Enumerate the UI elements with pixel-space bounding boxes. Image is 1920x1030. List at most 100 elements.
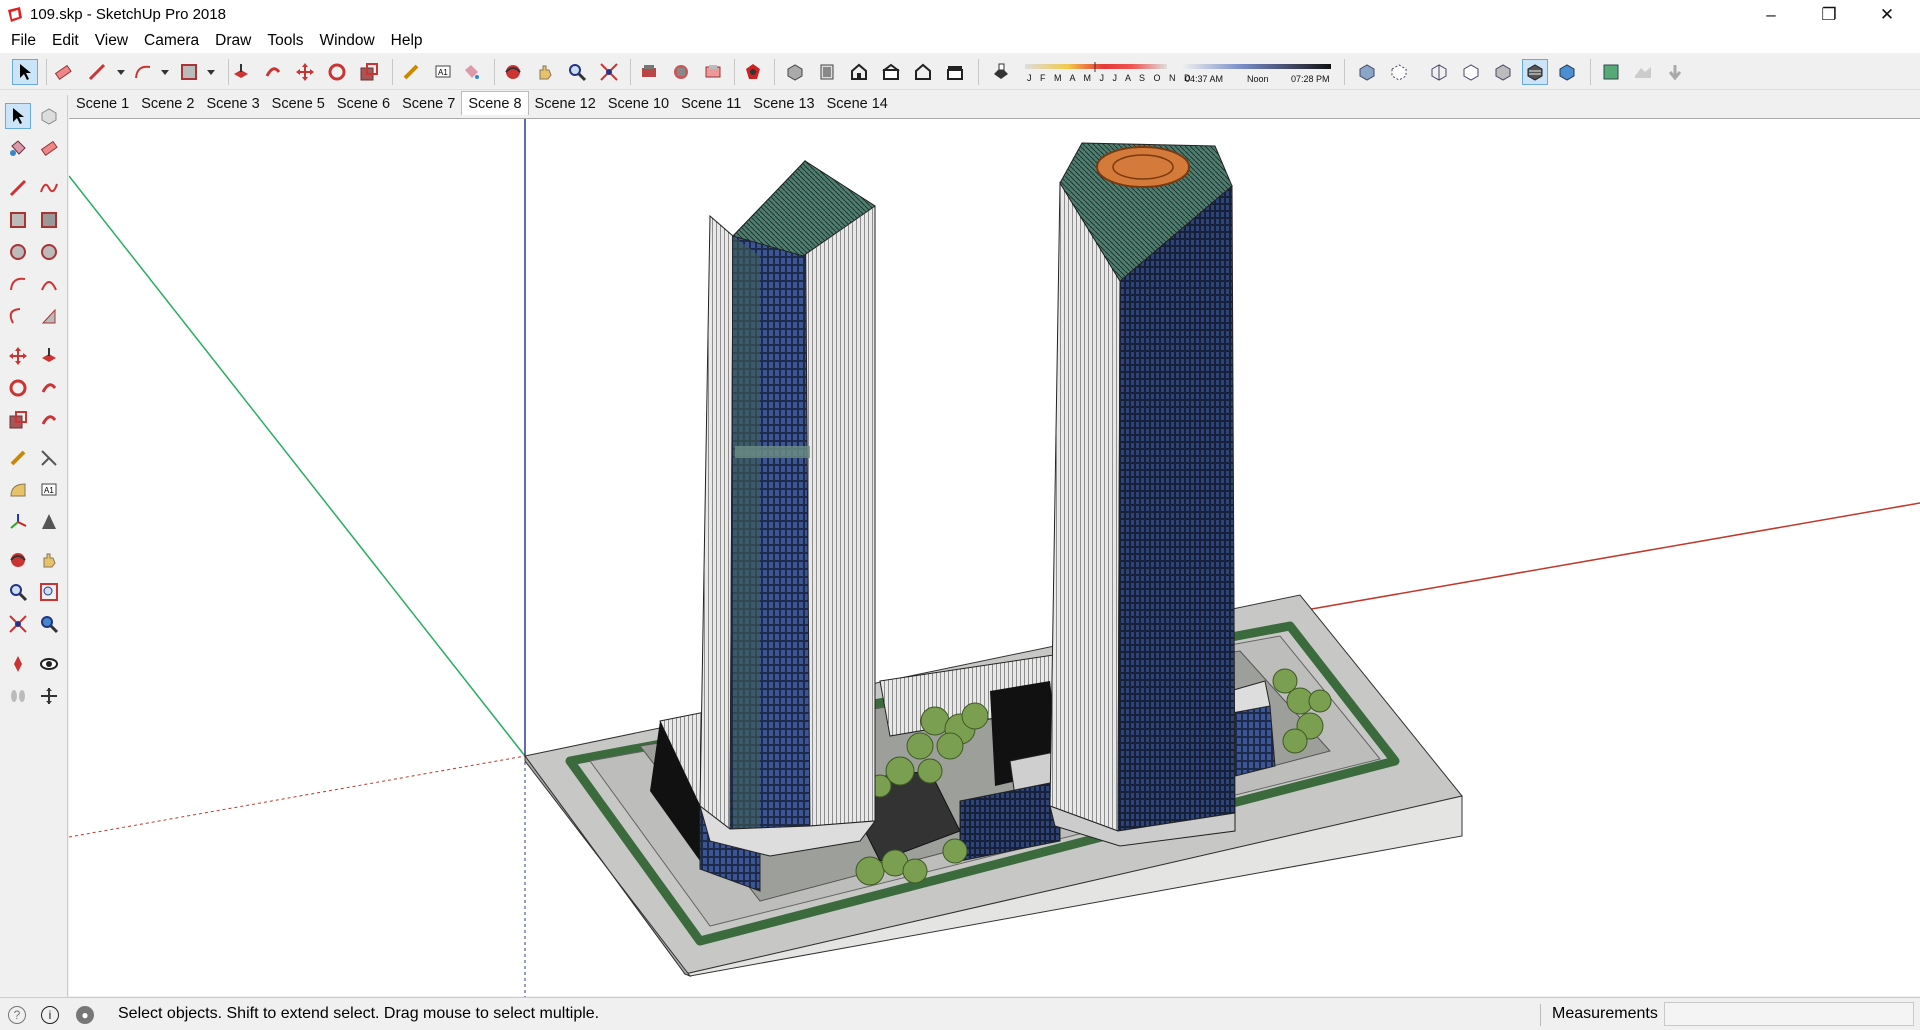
scale-tool-icon[interactable] xyxy=(356,59,382,85)
iso-view-icon[interactable] xyxy=(782,59,808,85)
tape-measure-icon[interactable] xyxy=(398,59,424,85)
restore-button[interactable]: ❐ xyxy=(1800,0,1858,29)
tab-scene-8[interactable]: Scene 8 xyxy=(461,91,529,115)
position-camera-icon[interactable] xyxy=(5,651,31,677)
shadow-date-slider[interactable]: J F M A M J J A S O N D xyxy=(1025,60,1191,86)
model-viewport[interactable] xyxy=(69,118,1920,997)
menu-edit[interactable]: Edit xyxy=(44,32,87,50)
tab-scene-5[interactable]: Scene 5 xyxy=(266,93,331,115)
pan-icon[interactable] xyxy=(36,547,62,573)
rotate-tool-icon[interactable] xyxy=(324,59,350,85)
geo-location-icon[interactable]: ? xyxy=(8,1006,26,1024)
select-tool-icon[interactable] xyxy=(12,59,38,85)
text-tool-icon[interactable]: A1 xyxy=(36,477,62,503)
dimension-tool-icon[interactable] xyxy=(36,445,62,471)
section-plane-icon[interactable] xyxy=(36,683,62,709)
photo-texture-icon[interactable] xyxy=(1662,59,1688,85)
offset-tool-icon[interactable] xyxy=(36,407,62,433)
model-info-icon[interactable] xyxy=(740,59,766,85)
xray-style-icon[interactable] xyxy=(1354,59,1380,85)
menu-tools[interactable]: Tools xyxy=(259,32,311,50)
eraser-icon[interactable] xyxy=(50,59,76,85)
three-point-arc-icon[interactable] xyxy=(5,303,31,329)
zoom-extents-icon[interactable] xyxy=(5,611,31,637)
text-tool-icon[interactable]: A1 xyxy=(430,59,456,85)
orbit-icon[interactable] xyxy=(500,59,526,85)
zoom-window-icon[interactable] xyxy=(36,579,62,605)
user-account-icon[interactable]: ● xyxy=(76,1006,94,1024)
3d-warehouse-icon[interactable] xyxy=(636,59,662,85)
minimize-button[interactable]: – xyxy=(1742,0,1800,29)
menu-camera[interactable]: Camera xyxy=(136,32,207,50)
menu-draw[interactable]: Draw xyxy=(207,32,259,50)
line-tool-icon[interactable] xyxy=(5,175,31,201)
follow-me-icon[interactable] xyxy=(260,59,286,85)
line-tool-icon[interactable] xyxy=(84,59,110,85)
tab-scene-11[interactable]: Scene 11 xyxy=(675,93,747,115)
rectangle-tool-icon[interactable] xyxy=(5,207,31,233)
menu-window[interactable]: Window xyxy=(312,32,383,50)
select-tool-icon[interactable] xyxy=(5,103,31,129)
add-location-icon[interactable] xyxy=(1598,59,1624,85)
arc-tool-icon[interactable] xyxy=(5,271,31,297)
pie-tool-icon[interactable] xyxy=(36,303,62,329)
monochrome-icon[interactable] xyxy=(1554,59,1580,85)
shadow-time-slider[interactable]: 04:37 AM Noon 07:28 PM xyxy=(1183,60,1331,86)
paint-bucket-icon[interactable] xyxy=(458,59,484,85)
eraser-icon[interactable] xyxy=(36,135,62,161)
menu-view[interactable]: View xyxy=(87,32,136,50)
toggle-terrain-icon[interactable] xyxy=(1630,59,1656,85)
shadows-toggle-icon[interactable] xyxy=(988,59,1014,85)
zoom-extents-icon[interactable] xyxy=(596,59,622,85)
shaded-icon[interactable] xyxy=(1490,59,1516,85)
polygon-tool-icon[interactable] xyxy=(36,239,62,265)
look-around-icon[interactable] xyxy=(36,651,62,677)
rotated-rectangle-icon[interactable] xyxy=(36,207,62,233)
freehand-icon[interactable] xyxy=(36,175,62,201)
two-point-arc-icon[interactable] xyxy=(36,271,62,297)
extension-warehouse-icon[interactable] xyxy=(668,59,694,85)
follow-me-icon[interactable] xyxy=(36,375,62,401)
dropdown-arrow-icon[interactable] xyxy=(152,59,178,85)
tab-scene-13[interactable]: Scene 13 xyxy=(747,93,820,115)
right-view-icon[interactable] xyxy=(878,59,904,85)
shaded-with-textures-icon[interactable] xyxy=(1522,59,1548,85)
left-view-icon[interactable] xyxy=(942,59,968,85)
tab-scene-6[interactable]: Scene 6 xyxy=(331,93,396,115)
previous-view-icon[interactable] xyxy=(36,611,62,637)
make-component-icon[interactable] xyxy=(36,103,62,129)
zoom-icon[interactable] xyxy=(5,579,31,605)
push-pull-icon[interactable] xyxy=(228,59,254,85)
push-pull-icon[interactable] xyxy=(36,343,62,369)
paint-bucket-icon[interactable] xyxy=(5,135,31,161)
tape-measure-icon[interactable] xyxy=(5,445,31,471)
tab-scene-3[interactable]: Scene 3 xyxy=(200,93,265,115)
tab-scene-14[interactable]: Scene 14 xyxy=(821,93,894,115)
front-view-icon[interactable] xyxy=(846,59,872,85)
walk-icon[interactable] xyxy=(5,683,31,709)
protractor-icon[interactable] xyxy=(5,477,31,503)
menu-file[interactable]: File xyxy=(3,32,44,50)
pan-icon[interactable] xyxy=(532,59,558,85)
move-tool-icon[interactable] xyxy=(5,343,31,369)
tab-scene-2[interactable]: Scene 2 xyxy=(135,93,200,115)
credits-info-icon[interactable]: i xyxy=(41,1006,59,1024)
tab-scene-1[interactable]: Scene 1 xyxy=(70,93,135,115)
hidden-line-icon[interactable] xyxy=(1458,59,1484,85)
tab-scene-12[interactable]: Scene 12 xyxy=(529,93,602,115)
axes-tool-icon[interactable] xyxy=(5,509,31,535)
menu-help[interactable]: Help xyxy=(383,32,431,50)
zoom-icon[interactable] xyxy=(564,59,590,85)
3d-text-icon[interactable] xyxy=(36,509,62,535)
scale-tool-icon[interactable] xyxy=(5,407,31,433)
orbit-icon[interactable] xyxy=(5,547,31,573)
tab-scene-10[interactable]: Scene 10 xyxy=(602,93,675,115)
rotate-tool-icon[interactable] xyxy=(5,375,31,401)
top-view-icon[interactable] xyxy=(814,59,840,85)
back-view-icon[interactable] xyxy=(910,59,936,85)
dropdown-arrow-icon[interactable] xyxy=(198,59,224,85)
move-tool-icon[interactable] xyxy=(292,59,318,85)
measurements-input[interactable] xyxy=(1664,1002,1914,1026)
close-button[interactable]: ✕ xyxy=(1858,0,1916,29)
wireframe-icon[interactable] xyxy=(1426,59,1452,85)
